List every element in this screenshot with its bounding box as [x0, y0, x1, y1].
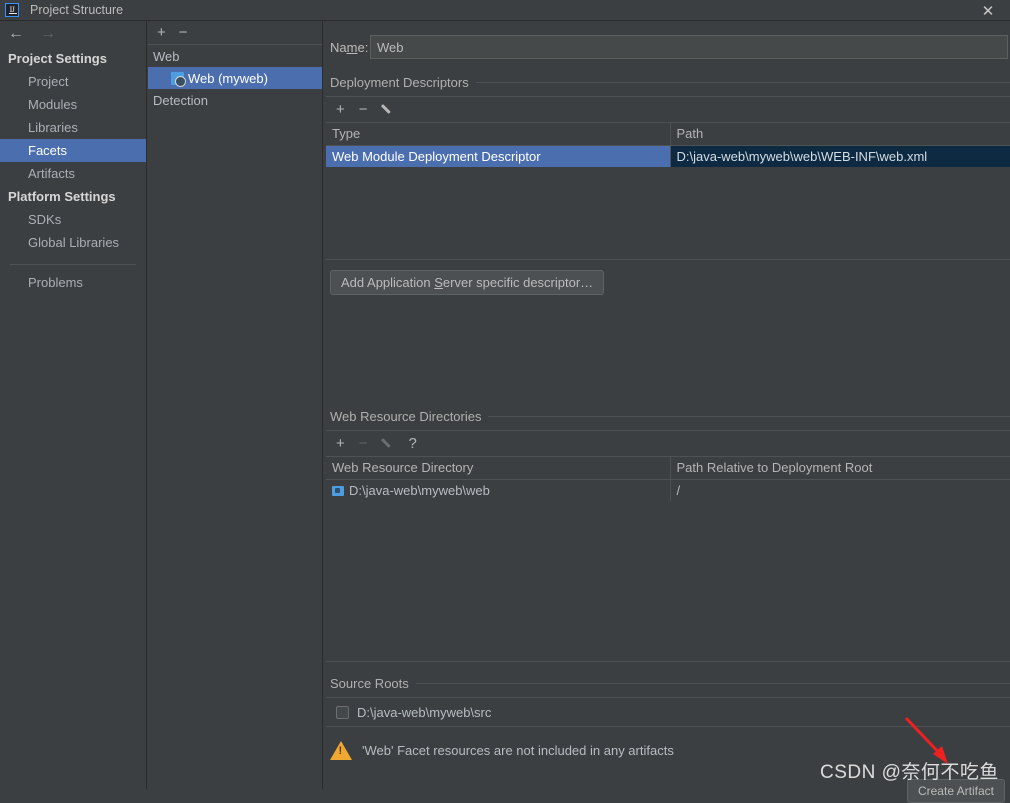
facets-list-panel: + − Web Web (myweb) Detection — [148, 21, 323, 789]
sidebar-item-sdks[interactable]: SDKs — [0, 208, 146, 231]
window-title: Project Structure — [30, 3, 124, 17]
web-resource-directories-section: Web Resource Directories + − ? Web Resou… — [324, 409, 1010, 662]
warning-message: 'Web' Facet resources are not included i… — [362, 743, 674, 758]
sidebar-item-libraries[interactable]: Libraries — [0, 116, 146, 139]
cell-descriptor-path: D:\java-web\myweb\web\WEB-INF\web.xml — [669, 145, 1010, 167]
facet-item-label: Web (myweb) — [188, 70, 268, 86]
sidebar-item-artifacts[interactable]: Artifacts — [0, 162, 146, 185]
cell-descriptor-type: Web Module Deployment Descriptor — [326, 145, 670, 167]
facet-group-web[interactable]: Web — [148, 45, 322, 67]
web-resources-title: Web Resource Directories — [330, 409, 482, 424]
column-header-path[interactable]: Path — [669, 123, 1010, 146]
facets-toolbar: + − — [148, 21, 322, 45]
table-header-row: Web Resource Directory Path Relative to … — [326, 457, 1010, 480]
remove-web-resource-icon[interactable]: − — [359, 436, 368, 451]
column-header-path-relative[interactable]: Path Relative to Deployment Root — [669, 457, 1010, 480]
source-roots-title: Source Roots — [330, 676, 409, 691]
table-row[interactable]: Web Module Deployment Descriptor D:\java… — [326, 145, 1010, 167]
source-roots-header: Source Roots — [324, 676, 1010, 691]
deployment-descriptors-section: Deployment Descriptors + − Type Path Web… — [324, 75, 1010, 295]
intellij-logo-text: IJ — [9, 5, 15, 14]
folder-icon — [332, 485, 344, 496]
source-root-label: D:\java-web\myweb\src — [357, 704, 492, 720]
add-web-resource-icon[interactable]: + — [336, 436, 345, 451]
deployment-toolbar: + − — [326, 97, 1010, 123]
section-rule — [488, 416, 1010, 417]
facet-detection-label: Detection — [153, 92, 208, 108]
table-header-row: Type Path — [326, 123, 1010, 146]
web-resources-toolbar: + − ? — [326, 431, 1010, 457]
deployment-table-empty-area — [326, 167, 1010, 259]
intellij-logo-icon: IJ — [5, 3, 19, 17]
add-descriptor-icon[interactable]: + — [336, 102, 345, 117]
sidebar-item-modules[interactable]: Modules — [0, 93, 146, 116]
sidebar-group-title-platform-settings: Platform Settings — [8, 189, 116, 204]
window-titlebar: IJ Project Structure ✕ — [0, 0, 1010, 21]
remove-descriptor-icon[interactable]: − — [359, 102, 368, 117]
sidebar-item-global-libraries[interactable]: Global Libraries — [0, 231, 146, 254]
edit-web-resource-pencil-icon[interactable] — [382, 437, 395, 450]
name-input[interactable] — [370, 35, 1008, 59]
table-row[interactable]: D:\java-web\myweb\web / — [326, 479, 1010, 501]
sidebar-item-project[interactable]: Project — [0, 70, 146, 93]
sidebar-item-facets[interactable]: Facets — [0, 139, 146, 162]
web-resources-header: Web Resource Directories — [324, 409, 1010, 424]
deployment-descriptors-panel: + − Type Path Web Module Deployment Desc… — [326, 96, 1010, 260]
settings-sidebar: ← → Project Settings Project Modules Lib… — [0, 21, 147, 789]
back-arrow-icon[interactable]: ← — [8, 26, 24, 42]
sidebar-divider — [10, 264, 136, 265]
cell-path-relative: / — [669, 479, 1010, 501]
create-artifact-button[interactable]: Create Artifact — [906, 779, 1005, 803]
column-header-web-resource-directory[interactable]: Web Resource Directory — [326, 457, 670, 480]
cell-directory-text: D:\java-web\myweb\web — [349, 482, 490, 498]
web-resources-panel: + − ? Web Resource Directory Path Relati… — [326, 430, 1010, 662]
column-header-type[interactable]: Type — [326, 123, 670, 146]
cell-web-resource-directory: D:\java-web\myweb\web — [326, 479, 670, 501]
facet-group-detection[interactable]: Detection — [148, 89, 322, 111]
add-app-server-descriptor-button[interactable]: Add Application Server specific descript… — [330, 270, 605, 295]
sidebar-group-title-project-settings: Project Settings — [8, 51, 107, 66]
deployment-descriptors-title: Deployment Descriptors — [330, 75, 469, 90]
add-descriptor-button-wrap: Add Application Server specific descript… — [324, 260, 1010, 295]
sidebar-navigation: ← → — [0, 21, 146, 47]
source-roots-section: Source Roots D:\java-web\myweb\src — [324, 676, 1010, 727]
facet-group-label: Web — [153, 48, 180, 64]
remove-facet-icon[interactable]: − — [179, 25, 188, 40]
name-row: Name: — [324, 21, 1010, 59]
facet-item-web-myweb[interactable]: Web (myweb) — [148, 67, 322, 89]
web-resources-table-empty-area — [326, 501, 1010, 661]
help-icon[interactable]: ? — [409, 436, 417, 451]
edit-descriptor-pencil-icon[interactable] — [382, 103, 395, 116]
section-rule — [475, 82, 1010, 83]
name-label: Name: — [330, 39, 369, 55]
warning-triangle-icon — [330, 741, 352, 760]
facet-details-pane: Name: Deployment Descriptors + − Type Pa… — [324, 21, 1010, 803]
close-icon[interactable]: ✕ — [974, 0, 1002, 21]
source-roots-list: D:\java-web\myweb\src — [326, 697, 1010, 727]
add-facet-icon[interactable]: + — [157, 25, 166, 40]
warning-row: 'Web' Facet resources are not included i… — [324, 727, 1010, 760]
deployment-descriptors-header: Deployment Descriptors — [324, 75, 1010, 90]
web-resources-table: Web Resource Directory Path Relative to … — [326, 457, 1010, 501]
source-root-checkbox[interactable] — [336, 705, 349, 719]
deployment-descriptors-table: Type Path Web Module Deployment Descript… — [326, 123, 1010, 167]
section-rule — [415, 683, 1010, 684]
sidebar-item-problems[interactable]: Problems — [0, 271, 146, 294]
forward-arrow-icon[interactable]: → — [40, 26, 56, 42]
web-facet-icon — [171, 71, 186, 87]
